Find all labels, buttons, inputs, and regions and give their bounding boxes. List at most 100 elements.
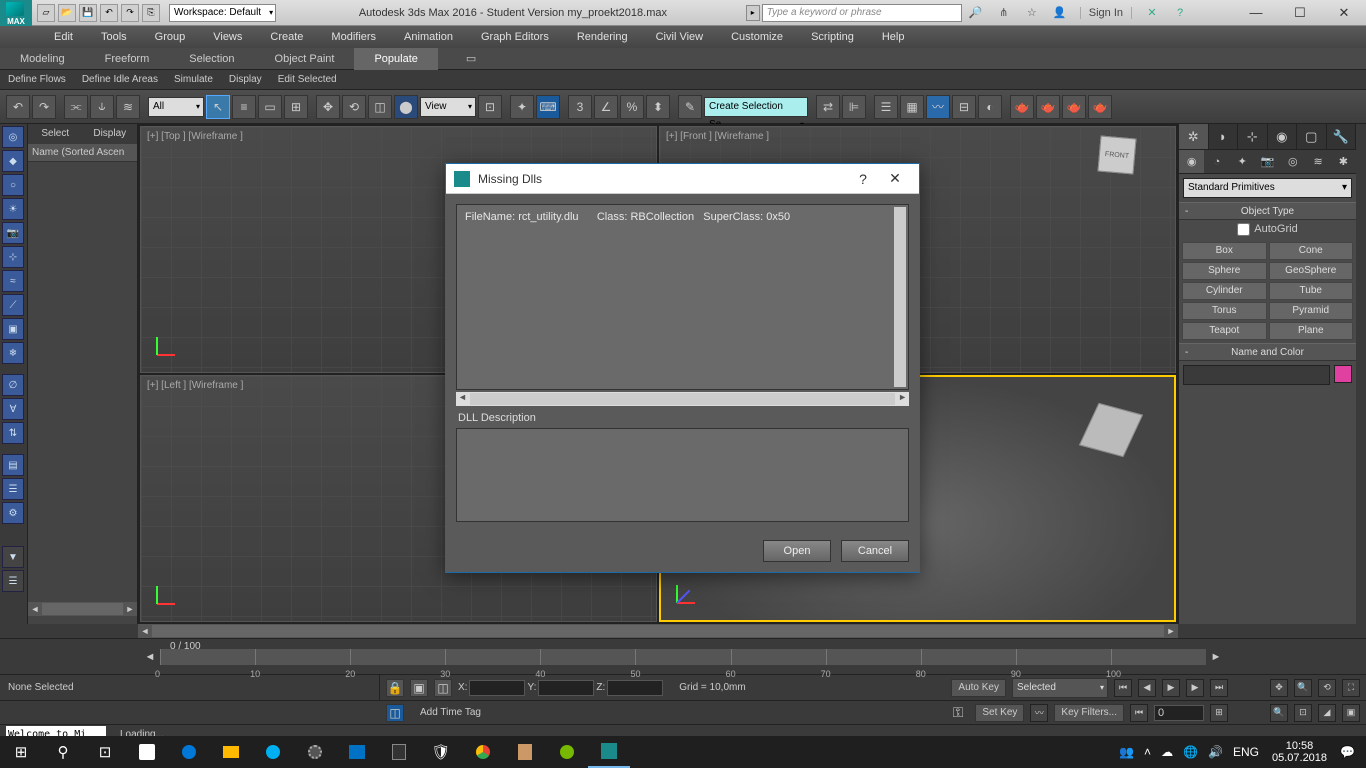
viewport-left-label[interactable]: [+] [Left ] [Wireframe ] — [147, 380, 243, 391]
menu-modifiers[interactable]: Modifiers — [317, 26, 390, 48]
qat-new-icon[interactable]: ▱ — [37, 4, 55, 22]
create-shapes-icon[interactable]: ◔ — [1204, 150, 1229, 173]
task-view-icon[interactable]: ⊡ — [84, 736, 126, 768]
vp-fov-icon[interactable]: ◢ — [1318, 704, 1336, 722]
frame-input[interactable]: 0 — [1154, 705, 1204, 721]
object-color-swatch[interactable] — [1334, 365, 1352, 383]
sort-icon[interactable]: ▤ — [2, 454, 24, 476]
viewport-front-label[interactable]: [+] [Front ] [Wireframe ] — [666, 131, 769, 142]
menu-rendering[interactable]: Rendering — [563, 26, 642, 48]
select-object-icon[interactable]: ↖ — [206, 95, 230, 119]
scene-hscroll[interactable]: ◄► — [28, 602, 137, 616]
explorer-icon[interactable] — [210, 736, 252, 768]
cmd-tab-motion-icon[interactable]: ◉ — [1268, 124, 1298, 149]
vp-zoom-icon[interactable]: 🔍 — [1270, 704, 1288, 722]
skype-icon[interactable] — [252, 736, 294, 768]
viewport-nav-pan-icon[interactable]: ✥ — [1270, 679, 1288, 697]
viewport-top-label[interactable]: [+] [Top ] [Wireframe ] — [147, 131, 243, 142]
rotate-icon[interactable]: ⟲ — [342, 95, 366, 119]
time-tag-icon[interactable]: ◫ — [386, 704, 404, 722]
pivot-center-icon[interactable]: ⊡ — [478, 95, 502, 119]
xform-type-icon[interactable]: ◫ — [434, 679, 452, 697]
people-icon[interactable]: 👥 — [1114, 745, 1139, 759]
utorrent-icon[interactable] — [546, 736, 588, 768]
help-icon[interactable]: ? — [1168, 3, 1192, 23]
snap-toggle-icon[interactable]: 3 — [568, 95, 592, 119]
render-prod-icon[interactable]: 🫖 — [1088, 95, 1112, 119]
play-icon[interactable]: ▶ — [1162, 679, 1180, 697]
time-config-icon[interactable]: ⊞ — [1210, 704, 1228, 722]
qat-save-icon[interactable]: 💾 — [79, 4, 97, 22]
autogrid-checkbox[interactable]: AutoGrid — [1179, 220, 1356, 239]
obj-cylinder-button[interactable]: Cylinder — [1182, 282, 1267, 300]
object-name-input[interactable] — [1183, 365, 1330, 385]
exchange-icon[interactable]: ✕ — [1140, 3, 1164, 23]
action-center-icon[interactable]: 💬 — [1335, 745, 1360, 759]
ribbon-tab-freeform[interactable]: Freeform — [85, 48, 170, 70]
list-hscroll[interactable] — [456, 392, 909, 406]
store-icon[interactable] — [126, 736, 168, 768]
curve-editor-icon[interactable]: 〰 — [926, 95, 950, 119]
obj-box-button[interactable]: Box — [1182, 242, 1267, 260]
move-icon[interactable]: ✥ — [316, 95, 340, 119]
bind-spacewarp-icon[interactable]: ≋ — [116, 95, 140, 119]
spinner-snap-icon[interactable]: ⬍ — [646, 95, 670, 119]
onedrive-icon[interactable]: ☁ — [1156, 745, 1178, 759]
create-cameras-icon[interactable]: 📷 — [1255, 150, 1280, 173]
select-rect-icon[interactable]: ▭ — [258, 95, 282, 119]
dialog-titlebar[interactable]: Missing Dlls ? ✕ — [446, 164, 919, 194]
ribbon-define-idle[interactable]: Define Idle Areas — [74, 70, 166, 90]
menu-tools[interactable]: Tools — [87, 26, 141, 48]
tray-overflow-icon[interactable]: ˄ — [1139, 745, 1156, 759]
menu-customize[interactable]: Customize — [717, 26, 797, 48]
outlook-icon[interactable] — [336, 736, 378, 768]
scene-list[interactable] — [28, 162, 137, 602]
manipulate-icon[interactable]: ✦ — [510, 95, 534, 119]
menu-civil-view[interactable]: Civil View — [642, 26, 717, 48]
scene-tab-display[interactable]: Display — [83, 124, 138, 144]
window-crossing-icon[interactable]: ⊞ — [284, 95, 308, 119]
ribbon-simulate[interactable]: Simulate — [166, 70, 221, 90]
isolate-icon[interactable]: ▣ — [410, 679, 428, 697]
next-frame-icon[interactable]: ▶ — [1186, 679, 1204, 697]
render-icon[interactable]: 🫖 — [1062, 95, 1086, 119]
ribbon-tab-selection[interactable]: Selection — [169, 48, 254, 70]
keyboard-shortcut-icon[interactable]: ⌨ — [536, 95, 560, 119]
display-bones-icon[interactable]: ⟋ — [2, 294, 24, 316]
3dsmax-task-icon[interactable] — [588, 736, 630, 768]
coord-y-input[interactable] — [538, 680, 594, 696]
obj-tube-button[interactable]: Tube — [1269, 282, 1354, 300]
qat-undo-icon[interactable]: ↶ — [100, 4, 118, 22]
user-icon[interactable]: 👤 — [1048, 3, 1072, 23]
undo-icon[interactable]: ↶ — [6, 95, 30, 119]
ribbon-collapse-icon[interactable]: ▭ — [458, 48, 484, 70]
app-menu-icon[interactable]: MAX — [0, 0, 32, 26]
obj-sphere-button[interactable]: Sphere — [1182, 262, 1267, 280]
cmd-tab-modify-icon[interactable]: ◗ — [1209, 124, 1239, 149]
keyfilters-button[interactable]: Key Filters... — [1054, 704, 1124, 722]
display-shapes-icon[interactable]: ○ — [2, 174, 24, 196]
autokey-button[interactable]: Auto Key — [951, 679, 1006, 697]
expand-icon[interactable]: ☰ — [2, 570, 24, 592]
display-spacewarps-icon[interactable]: ≈ — [2, 270, 24, 292]
viewcube-icon[interactable]: FRONT — [1097, 135, 1136, 174]
schematic-view-icon[interactable]: ⊟ — [952, 95, 976, 119]
redo-icon[interactable]: ↷ — [32, 95, 56, 119]
link-icon[interactable]: ⫘ — [64, 95, 88, 119]
time-slider-next-icon[interactable]: ► — [1206, 651, 1226, 663]
layer-explorer-icon[interactable]: ▦ — [900, 95, 924, 119]
app-generic-icon[interactable] — [504, 736, 546, 768]
viewport-nav-orbit-icon[interactable]: ⟲ — [1318, 679, 1336, 697]
percent-snap-icon[interactable]: % — [620, 95, 644, 119]
list-vscroll[interactable] — [894, 207, 906, 387]
search-icon[interactable]: ⚲ — [42, 736, 84, 768]
missing-dll-row[interactable]: FileName: rct_utility.dlu Class: RBColle… — [465, 211, 900, 223]
create-helpers-icon[interactable]: ◎ — [1280, 150, 1305, 173]
ribbon-tab-object-paint[interactable]: Object Paint — [255, 48, 355, 70]
create-lights-icon[interactable]: ✦ — [1230, 150, 1255, 173]
language-indicator[interactable]: ENG — [1228, 745, 1264, 759]
filter-none-icon[interactable]: ∅ — [2, 374, 24, 396]
viewport-nav-max-icon[interactable]: ⛶ — [1342, 679, 1360, 697]
cmd-tab-hierarchy-icon[interactable]: ⊹ — [1238, 124, 1268, 149]
display-all-icon[interactable]: ◎ — [2, 126, 24, 148]
